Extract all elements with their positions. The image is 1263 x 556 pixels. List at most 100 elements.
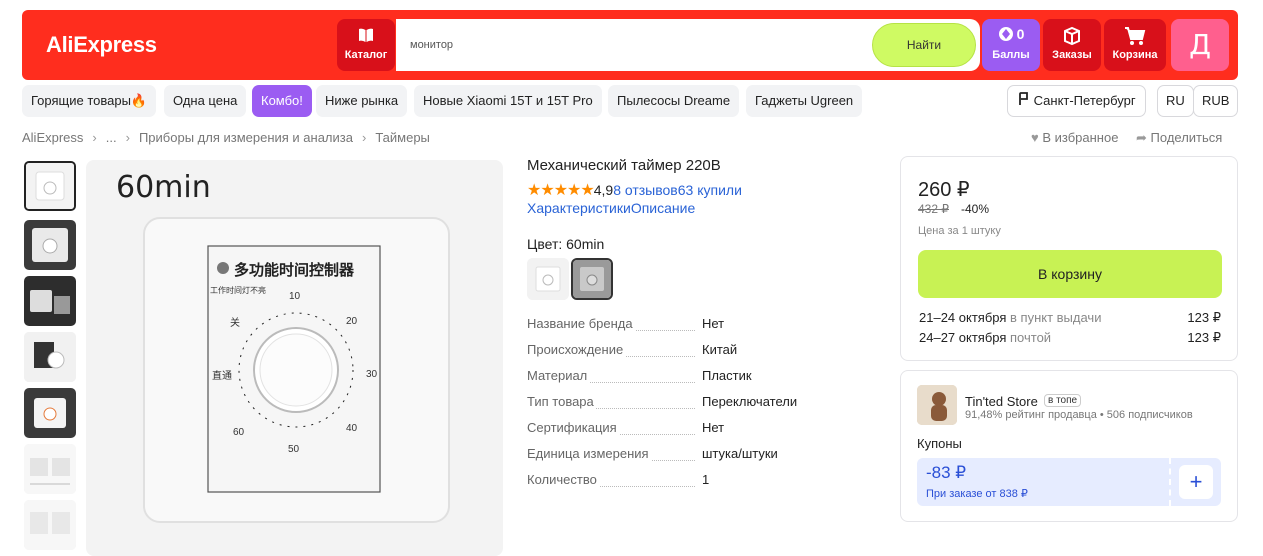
coupon-condition: При заказе от 838 ₽ [926,488,1028,500]
seller-box: Tin'ted Store в топе 91,48% рейтинг прод… [900,370,1238,522]
thumbnail-7[interactable] [24,500,76,550]
aliexpress-logo[interactable]: AliExpress [46,32,157,58]
sold-count: 63 купили [677,182,742,198]
dial-number: 20 [346,316,358,327]
tab-description[interactable]: Описание [631,200,695,216]
tab-specs[interactable]: Характеристики [527,200,631,216]
orders-button[interactable]: Заказы [1043,19,1101,71]
chip-ugreen[interactable]: Гаджеты Ugreen [746,85,863,117]
delivery-price: 123 ₽ [1187,310,1221,325]
chip-dreame[interactable]: Пылесосы Dreame [608,85,740,117]
points-label: Баллы [992,49,1030,61]
rating-stars-icon: ★★★★★ [527,182,595,199]
store-name[interactable]: Tin'ted Store [965,394,1038,409]
breadcrumb: AliExpress › ... › Приборы для измерения… [22,130,430,145]
color-swatch-1[interactable] [527,258,569,300]
chip-hot-deals[interactable]: Горящие товары🔥 [22,85,157,117]
color-label: Цвет: 60min [527,236,605,252]
favorite-label: В избранное [1042,130,1119,145]
rating-value: 4,9 [593,182,614,198]
breadcrumb-home[interactable]: AliExpress [22,130,83,145]
add-coupon-button[interactable]: + [1179,465,1213,499]
delivery-method: в пункт выдачи [1010,310,1102,325]
delivery-price: 123 ₽ [1187,330,1221,345]
dial-number: 60 [233,427,245,438]
coupon-value: -83 ₽ [926,463,967,482]
spec-key: Материал [527,368,590,383]
chevron-right-icon: › [92,130,97,145]
chip-one-price[interactable]: Одна цена [164,85,247,117]
spec-row: Сертификация Нет [527,420,897,440]
breadcrumb-ellipsis[interactable]: ... [106,130,117,145]
price-per-unit: Цена за 1 штуку [918,225,1001,237]
old-price: 432 ₽ [918,202,949,216]
delivery-option[interactable]: 21–24 октября в пункт выдачи [919,310,1101,325]
spec-key: Название бренда [527,316,635,331]
breadcrumb-subcategory[interactable]: Таймеры [375,130,430,145]
spec-value: 1 [702,472,710,487]
coupon-add-area: + [1169,458,1221,506]
city-label: Санкт-Петербург [1033,93,1136,108]
chevron-right-icon: › [361,130,367,145]
share-button[interactable]: ➦ Поделиться [1136,130,1222,146]
spec-key: Количество [527,472,599,487]
catalog-button[interactable]: Каталог [337,19,395,71]
spec-key: Сертификация [527,420,619,435]
thumbnail-1[interactable] [24,161,76,211]
panel-title: 多功能时间控制器 [234,261,355,279]
thumbnail-5[interactable] [24,388,76,438]
dial-label-on: 直通 [212,371,232,382]
catalog-label: Каталог [344,49,388,61]
dial-number: 50 [288,444,300,455]
delivery-method: почтой [1010,330,1052,345]
product-title: Механический таймер 220В [527,157,721,174]
thumbnail-6[interactable] [24,444,76,494]
dial-number: 30 [366,369,378,380]
spec-value: штука/штуки [702,446,778,461]
breadcrumb-category[interactable]: Приборы для измерения и анализа [139,130,353,145]
thumbnail-3[interactable] [24,276,76,326]
user-avatar[interactable]: Д [1171,19,1229,71]
currency-selector[interactable]: RUB [1193,85,1239,117]
store-avatar[interactable] [917,385,957,425]
box-icon [1043,19,1101,49]
delivery-option[interactable]: 24–27 октября почтой [919,330,1051,345]
share-label: Поделиться [1150,130,1223,145]
reviews-link[interactable]: 8 отзывов [613,182,678,198]
spec-value: Нет [702,316,725,331]
book-icon [337,19,395,49]
heart-icon: ♥ [1031,130,1039,145]
cart-button[interactable]: Корзина [1104,19,1166,71]
points-button[interactable]: 0 Баллы [982,19,1040,71]
spec-value: Переключатели [702,394,798,409]
chip-below-market[interactable]: Ниже рынка [316,85,408,117]
location-pin-icon [1018,87,1030,117]
thumbnail-4[interactable] [24,332,76,382]
points-count: 0 [1016,26,1025,42]
spec-row: Название бренда Нет [527,316,897,336]
delivery-date: 24–27 октября [919,330,1007,345]
chip-xiaomi[interactable]: Новые Xiaomi 15T и 15T Pro [414,85,602,117]
language-selector[interactable]: RU [1157,85,1194,117]
spec-key: Единица измерения [527,446,651,461]
chip-combo[interactable]: Комбо! [252,85,312,117]
coupon-card[interactable]: -83 ₽ При заказе от 838 ₽ [917,458,1169,506]
chevron-right-icon: › [125,130,130,145]
search-input[interactable] [410,35,860,55]
city-selector[interactable]: Санкт-Петербург [1007,85,1146,117]
dial-number: 40 [346,423,358,434]
main-product-image[interactable]: 60min 多功能时间控制器 工作时间灯不亮 关 直通 10 20 30 40 … [86,160,503,556]
thumbnail-2[interactable] [24,220,76,270]
top-header: AliExpress Каталог Найти 0 Баллы Заказы … [22,10,1238,80]
search-button[interactable]: Найти [872,23,976,67]
add-to-cart-button[interactable]: В корзину [918,250,1222,298]
favorite-button[interactable]: ♥ В избранное [1031,130,1118,145]
timer-switch-illustration [143,217,450,523]
dial-label-off: 关 [230,318,240,329]
color-swatch-2[interactable] [571,258,613,300]
share-arrow-icon: ➦ [1136,130,1147,145]
spec-key: Тип товара [527,394,596,409]
spec-key: Происхождение [527,342,626,357]
buy-box: 260 ₽ 432 ₽ -40% Цена за 1 штуку В корзи… [900,156,1238,361]
spec-row: Происхождение Китай [527,342,897,362]
